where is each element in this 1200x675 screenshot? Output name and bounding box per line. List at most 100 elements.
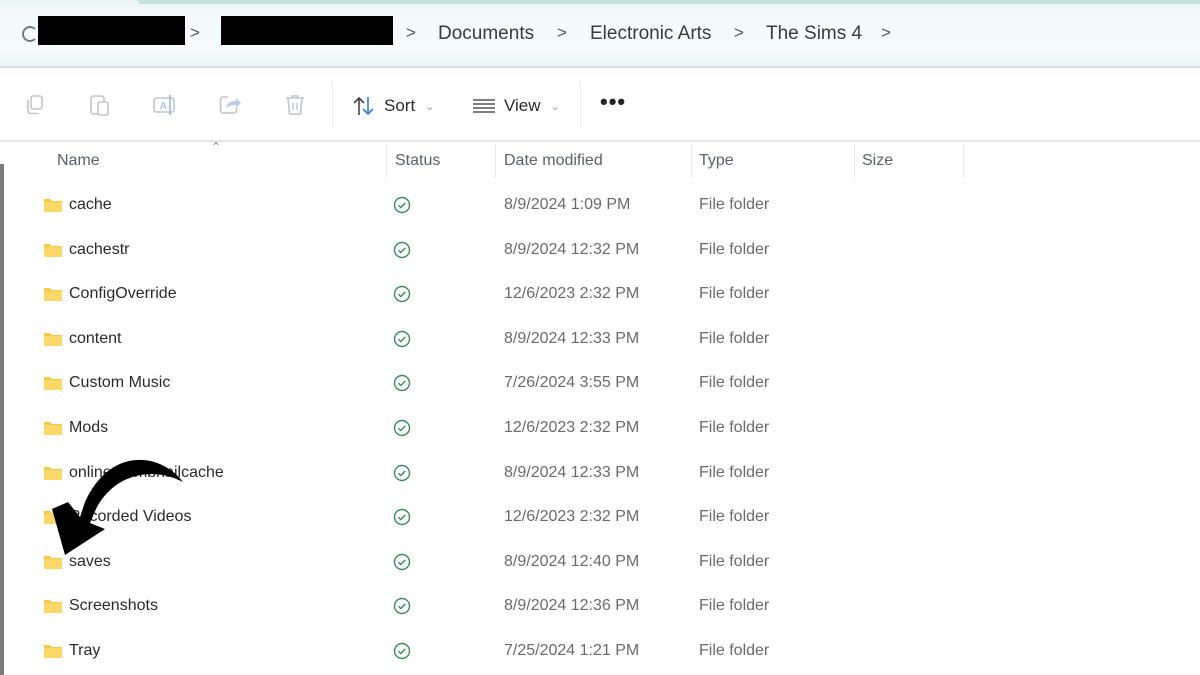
date-modified: 7/26/2024 3:55 PM: [504, 374, 640, 392]
column-divider[interactable]: [854, 144, 855, 178]
file-row[interactable]: Recorded Videos 12/6/2023 2:32 PM File fol…: [0, 496, 1200, 540]
file-name[interactable]: Screenshots: [69, 597, 158, 615]
refresh-icon[interactable]: [22, 26, 38, 42]
folder-icon: [44, 332, 62, 346]
folder-icon: [44, 511, 62, 525]
title-strip: [138, 0, 1200, 4]
toolbar-divider: [332, 82, 333, 128]
date-modified: 8/9/2024 12:36 PM: [504, 597, 640, 615]
folder-icon: [44, 600, 62, 614]
file-row[interactable]: content 8/9/2024 12:33 PM File folder: [0, 318, 1200, 362]
sync-status-check-icon: [393, 241, 411, 258]
file-type: File folder: [699, 374, 770, 392]
chevron-right-icon[interactable]: >: [190, 23, 200, 43]
paste-icon[interactable]: [87, 92, 113, 118]
file-name[interactable]: Recorded Videos: [69, 508, 191, 526]
file-name[interactable]: cachestr: [69, 241, 129, 259]
folder-icon: [44, 555, 62, 569]
file-type: File folder: [699, 285, 770, 303]
breadcrumb-documents[interactable]: Documents: [438, 23, 534, 45]
file-type: File folder: [699, 552, 770, 570]
file-row[interactable]: Screenshots 8/9/2024 12:36 PM File folder: [0, 585, 1200, 629]
chevron-right-icon[interactable]: >: [734, 23, 744, 43]
file-row[interactable]: Mods 12/6/2023 2:32 PM File folder: [0, 407, 1200, 451]
sync-status-check-icon: [393, 375, 411, 392]
date-modified: 8/9/2024 12:32 PM: [504, 240, 640, 258]
column-header-date-modified[interactable]: Date modified: [504, 152, 603, 170]
date-modified: 12/6/2023 2:32 PM: [504, 508, 640, 526]
sync-status-check-icon: [393, 508, 411, 526]
date-modified: 8/9/2024 12:33 PM: [504, 463, 640, 481]
column-divider[interactable]: [963, 144, 964, 178]
toolbar-divider: [580, 82, 581, 128]
file-name[interactable]: Mods: [69, 419, 108, 437]
folder-icon: [44, 377, 62, 391]
chevron-right-icon[interactable]: >: [881, 23, 891, 43]
chevron-right-icon[interactable]: >: [406, 23, 416, 43]
chevron-down-icon: ⌄: [425, 100, 435, 113]
file-type: File folder: [699, 240, 770, 258]
column-divider[interactable]: [691, 144, 692, 178]
column-header-type[interactable]: Type: [699, 152, 734, 170]
column-divider[interactable]: [495, 144, 496, 178]
sync-status-check-icon: [393, 330, 411, 347]
file-type: File folder: [699, 597, 770, 615]
sync-status-check-icon: [393, 553, 411, 570]
file-name[interactable]: saves: [69, 553, 111, 571]
folder-icon: [44, 243, 62, 257]
sort-button[interactable]: Sort ⌄: [352, 92, 434, 120]
file-list: ⌃ Name Status Date modified Type Size ca…: [0, 140, 1200, 675]
sync-status-check-icon: [393, 196, 411, 214]
rename-icon[interactable]: A: [152, 92, 178, 118]
date-modified: 8/9/2024 1:09 PM: [504, 196, 631, 213]
file-name[interactable]: Custom Music: [69, 374, 170, 392]
column-header-status[interactable]: Status: [395, 152, 440, 170]
svg-text:A: A: [160, 101, 167, 112]
date-modified: 8/9/2024 12:33 PM: [504, 329, 640, 347]
date-modified: 12/6/2023 2:32 PM: [504, 419, 640, 436]
view-label: View: [504, 96, 541, 115]
redacted-crumb: [221, 16, 393, 45]
file-name[interactable]: Tray: [69, 642, 100, 660]
sync-status-check-icon: [393, 419, 411, 437]
file-name[interactable]: content: [69, 330, 121, 348]
file-name[interactable]: onlinethumbnailcache: [69, 464, 224, 482]
sync-status-check-icon: [393, 642, 411, 660]
file-row[interactable]: saves 8/9/2024 12:40 PM File folder: [0, 541, 1200, 585]
view-button[interactable]: View ⌄: [472, 92, 560, 120]
sort-label: Sort: [384, 96, 416, 115]
command-bar: A Sort ⌄ View ⌄ •••: [0, 70, 1200, 142]
folder-icon: [44, 645, 62, 658]
file-row[interactable]: Tray 7/25/2024 1:21 PM File folder: [0, 630, 1200, 674]
folder-icon: [44, 288, 62, 302]
share-icon[interactable]: [217, 92, 243, 118]
file-row[interactable]: Custom Music 7/26/2024 3:55 PM File folder: [0, 362, 1200, 406]
sort-ascending-icon: ⌃: [211, 140, 222, 154]
file-row[interactable]: onlinethumbnailcache 8/9/2024 12:33 PM Fil…: [0, 452, 1200, 496]
breadcrumb-the-sims-4[interactable]: The Sims 4: [766, 23, 862, 45]
breadcrumb-electronic-arts[interactable]: Electronic Arts: [590, 23, 711, 45]
column-header-row: ⌃ Name Status Date modified Type Size: [0, 140, 1200, 180]
file-type: File folder: [699, 419, 770, 436]
redacted-crumb: [38, 16, 185, 45]
view-list-icon: [473, 99, 495, 113]
file-name[interactable]: ConfigOverride: [69, 285, 177, 303]
folder-icon: [44, 199, 62, 212]
file-type: File folder: [699, 463, 770, 481]
file-row[interactable]: cachestr 8/9/2024 12:32 PM File folder: [0, 229, 1200, 273]
folder-icon: [44, 422, 62, 435]
file-name[interactable]: cache: [69, 196, 112, 214]
more-options-button[interactable]: •••: [600, 91, 626, 113]
column-header-size[interactable]: Size: [862, 152, 893, 170]
date-modified: 8/9/2024 12:40 PM: [504, 552, 640, 570]
chevron-right-icon[interactable]: >: [557, 23, 567, 43]
delete-icon[interactable]: [282, 92, 308, 118]
file-row[interactable]: ConfigOverride 12/6/2023 2:32 PM File fold…: [0, 273, 1200, 317]
column-header-name[interactable]: Name: [57, 152, 100, 170]
column-divider[interactable]: [386, 144, 387, 178]
address-bar[interactable]: > > Documents > Electronic Arts > The Si…: [0, 0, 1200, 68]
chevron-down-icon: ⌄: [550, 100, 560, 113]
copy-icon[interactable]: [22, 92, 48, 118]
date-modified: 12/6/2023 2:32 PM: [504, 285, 640, 303]
file-row[interactable]: cache 8/9/2024 1:09 PM File folder: [0, 184, 1200, 228]
